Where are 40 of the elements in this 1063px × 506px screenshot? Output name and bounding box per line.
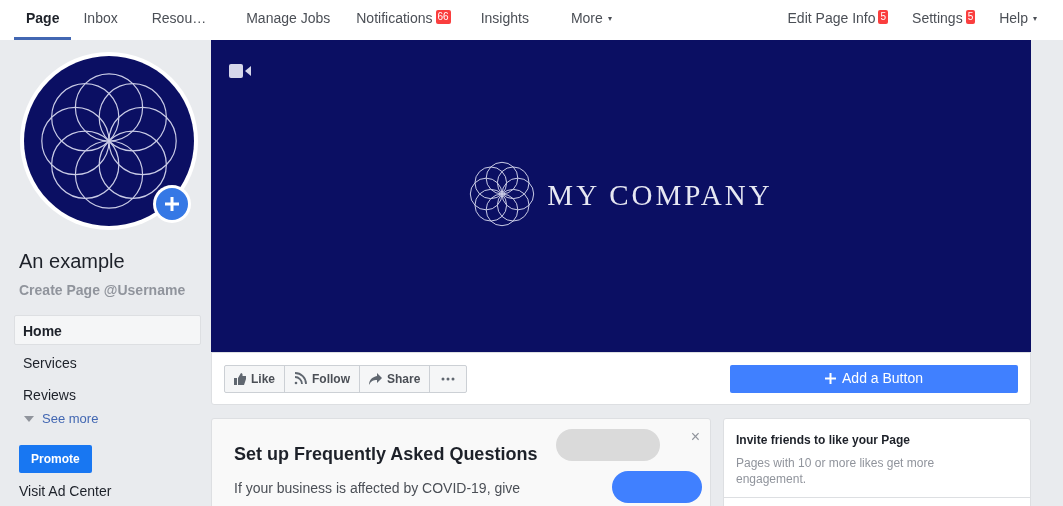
page-name: An example [19,249,126,274]
video-camera-icon[interactable] [229,64,251,78]
plus-icon [825,373,836,384]
nav-tab[interactable]: More ▾ [558,0,624,40]
more-icon [441,376,456,381]
count-badge: 66 [435,9,451,24]
count-badge: 5 [878,9,889,24]
flower-logo-icon [469,161,536,227]
follow-button[interactable]: Follow [284,365,359,392]
invite-description: Pages with 10 or more likes get more engagement. [736,455,936,487]
share-button[interactable]: Share [359,365,430,392]
invite-title: Invite friends to like your Page [736,432,912,449]
nav-tab[interactable]: Insights [466,0,559,40]
thumbs-up-icon [234,372,246,385]
caret-icon [24,415,34,422]
add-photo-icon[interactable] [153,185,191,223]
add-button[interactable]: Add a Button [730,364,1018,393]
share-arrow-icon [369,372,382,385]
nav-tab[interactable]: Inbox [71,0,134,40]
rss-icon [294,372,307,385]
nav-tab[interactable]: Page [14,0,72,40]
caret-icon: ▾ [1033,12,1037,25]
ad-center-link[interactable]: Visit Ad Center [19,480,201,502]
promote-button[interactable]: Promote [19,444,92,473]
caret-icon: ▾ [607,12,612,25]
sidebar-item[interactable]: Reviews [14,379,201,409]
company-name: MY COMPANY [547,178,773,214]
sidebar-item[interactable]: Services [14,347,201,377]
nav-tab[interactable]: Edit Page Info 5 [787,0,889,40]
sidebar-item[interactable]: Home [14,315,201,345]
nav-tab[interactable]: Manage Jobs [236,0,341,40]
nav-tab[interactable]: Settings 5 [912,0,976,40]
nav-tab[interactable]: Resou… [133,0,237,40]
count-badge: 5 [965,9,976,24]
nav-tab[interactable]: Notifications 66 [340,0,467,40]
faq-description: If your business is affected by COVID-19, give [234,479,521,498]
like-button[interactable]: Like [225,365,284,392]
faq-title: Set up Frequently Asked Questions [234,443,538,466]
nav-tab[interactable]: Help ▾ [999,0,1037,40]
see-more-link[interactable]: See more [42,409,99,429]
